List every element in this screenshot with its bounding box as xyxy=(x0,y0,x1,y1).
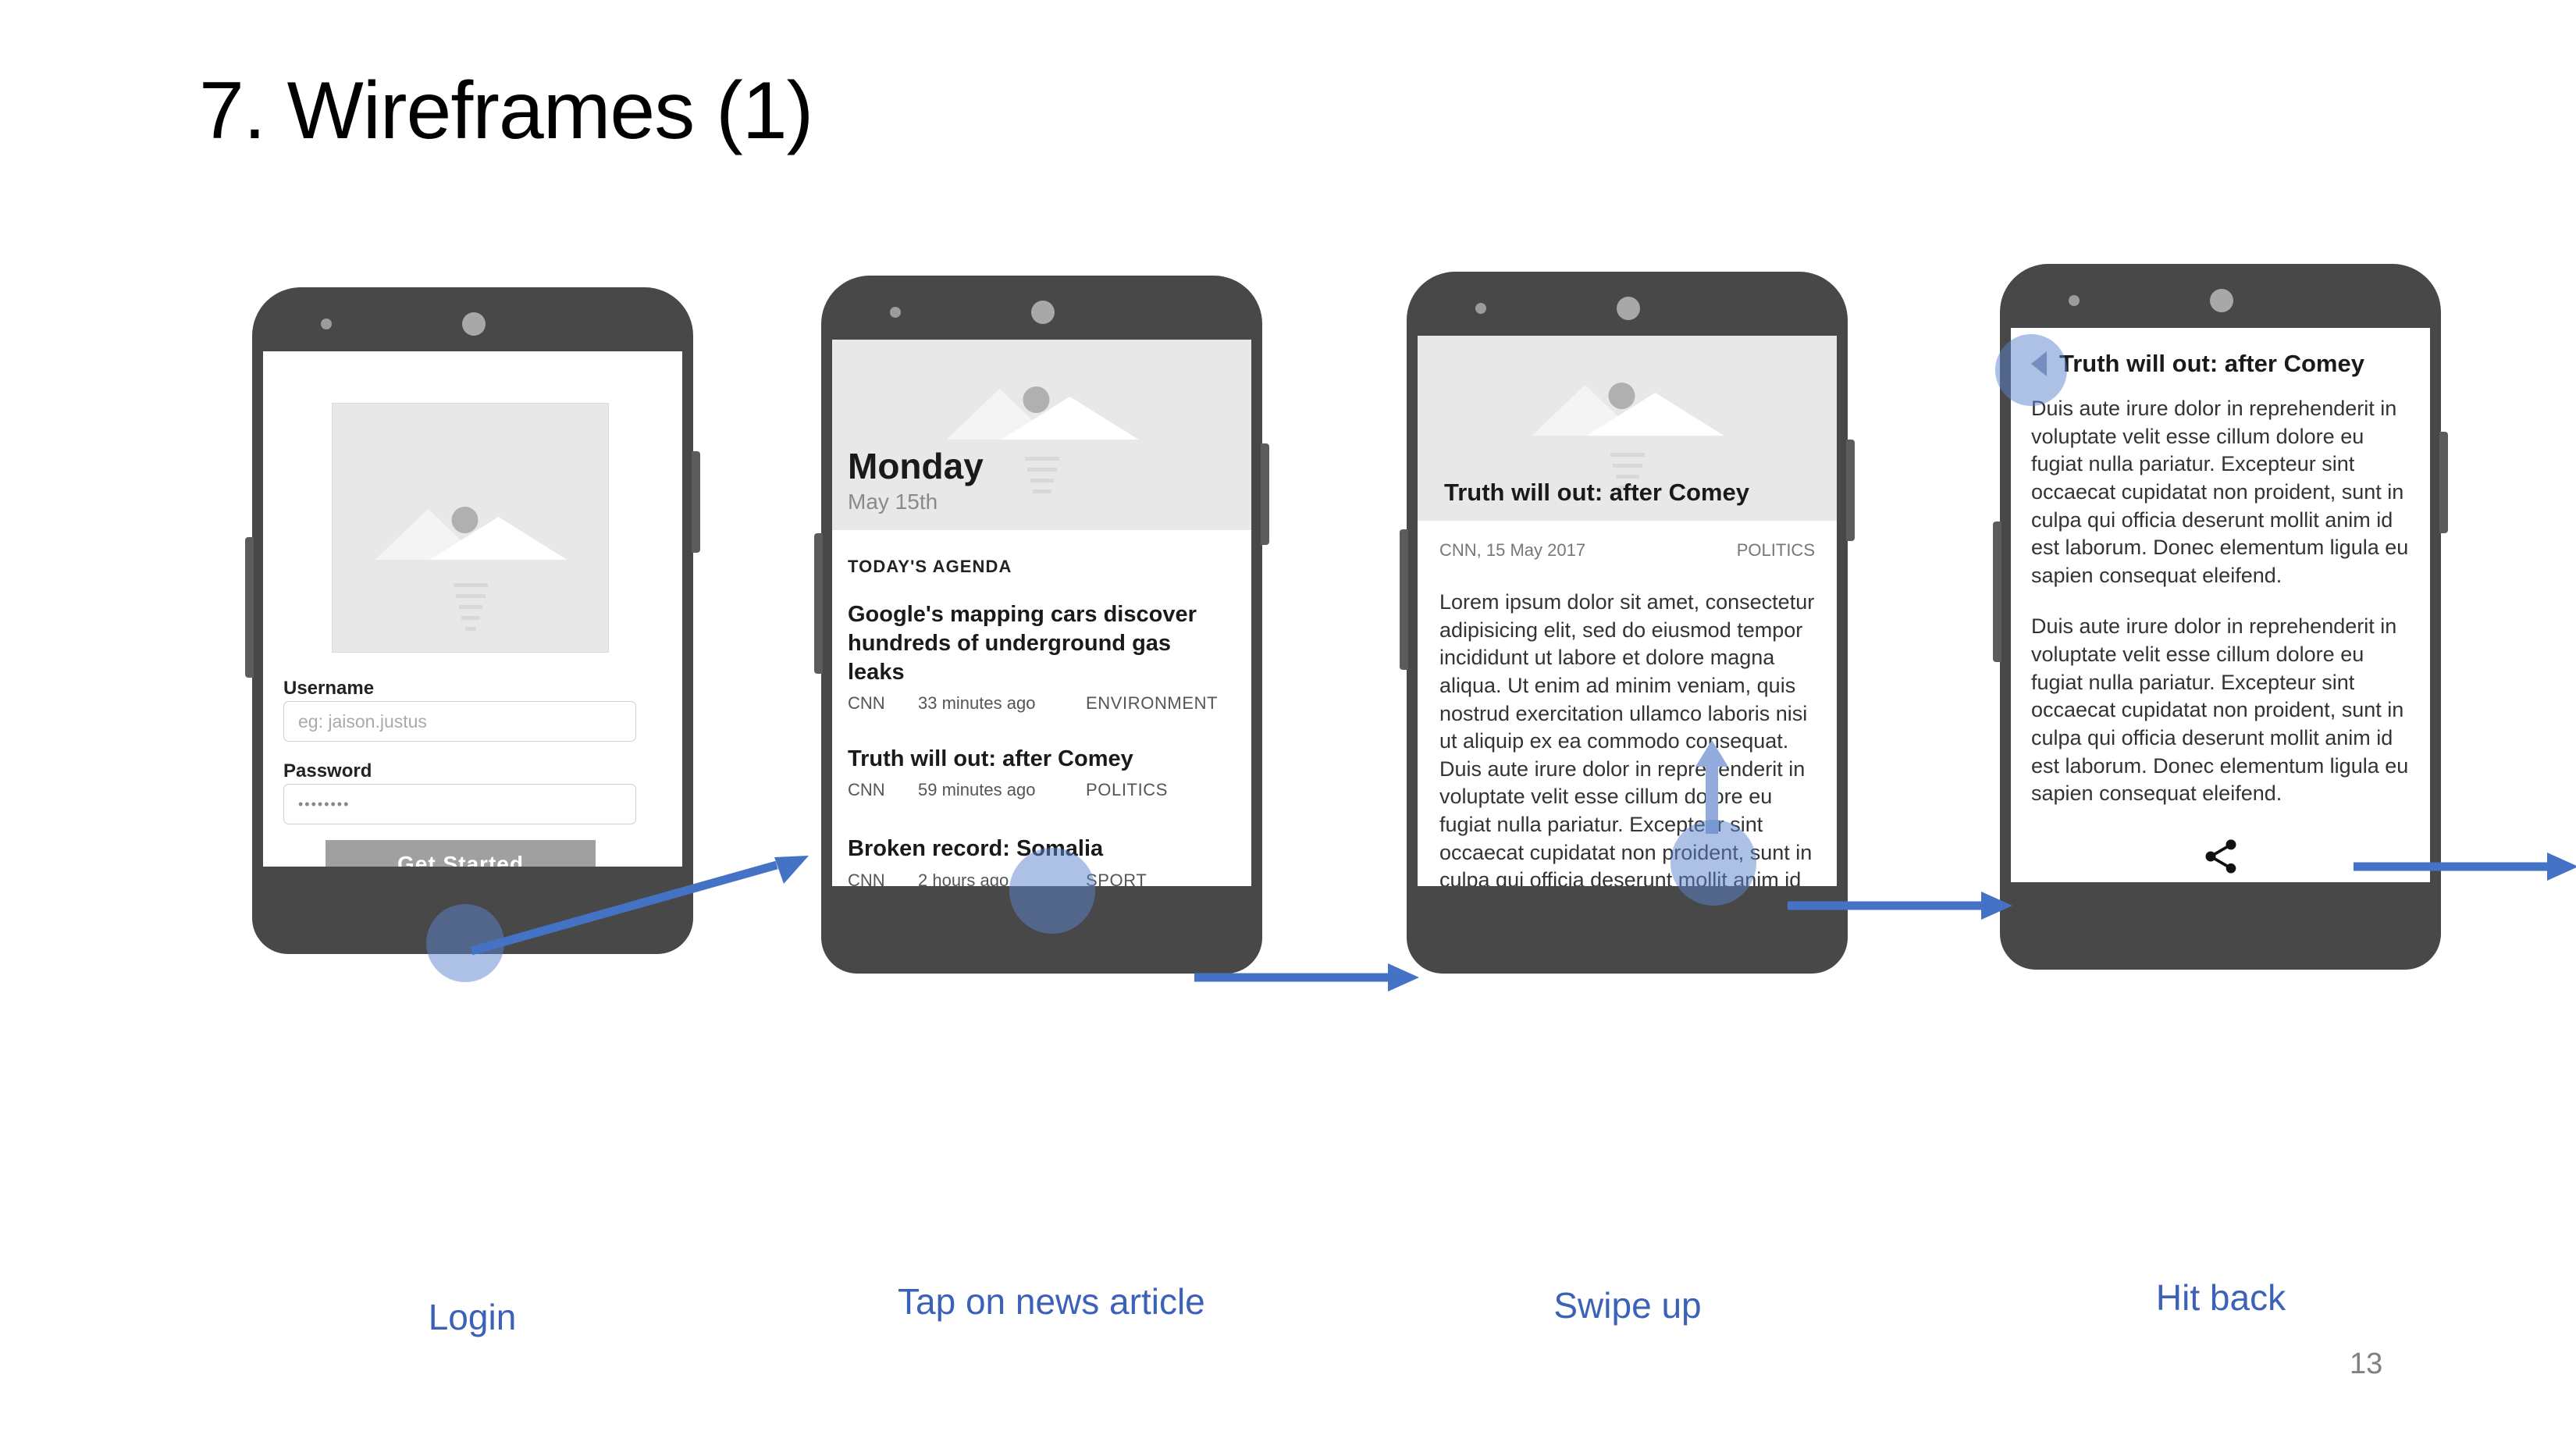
hero-date-label: May 15th xyxy=(848,490,938,514)
tap-indicator-back-button xyxy=(1995,334,2067,406)
news-item-time: 33 minutes ago xyxy=(918,693,1036,714)
password-label: Password xyxy=(283,760,372,781)
phone-bezel-top xyxy=(2000,264,2441,328)
phone-bezel-top xyxy=(821,276,1262,340)
page-title: 7. Wireframes (1) xyxy=(199,66,813,156)
flow-arrow-login-to-list xyxy=(470,856,809,956)
swipe-indicator-blob xyxy=(1670,820,1756,906)
flow-arrow-exit xyxy=(2354,853,2576,881)
screen-article-detail: Truth will out: after Comey CNN, 15 May … xyxy=(1418,336,1837,886)
mountain-front-shape xyxy=(1001,397,1138,440)
login-hero-image-placeholder xyxy=(332,403,609,653)
news-item-category: SPORT xyxy=(1086,870,1147,886)
mountain-icon xyxy=(946,369,1138,455)
phone-bezel-top xyxy=(252,287,693,351)
phone-bezel-bottom xyxy=(1407,886,1848,974)
slide-root: 7. Wireframes (1) Username eg: jaison.ju… xyxy=(0,0,2576,1449)
phone-volume-button[interactable] xyxy=(814,533,823,674)
phone-volume-button[interactable] xyxy=(1400,529,1408,670)
news-item-meta: CNN 33 minutes ago ENVIRONMENT xyxy=(848,693,1236,714)
flow-arrow-article-to-scrolled xyxy=(1788,892,2012,920)
article-hero: Truth will out: after Comey xyxy=(1418,336,1837,521)
username-input[interactable]: eg: jaison.justus xyxy=(283,701,636,742)
front-camera-icon xyxy=(1031,301,1055,324)
mountain-front-shape xyxy=(429,517,567,560)
caption-swipe-up: Swipe up xyxy=(1553,1285,1702,1326)
caption-hit-back: Hit back xyxy=(2155,1277,2286,1318)
screen-news-list: Monday May 15th TODAY'S AGENDA Google's … xyxy=(832,340,1251,886)
username-label: Username xyxy=(283,678,375,699)
phone-power-button[interactable] xyxy=(1846,440,1855,541)
phone-power-button[interactable] xyxy=(692,451,700,553)
article-scrolled-title: Truth will out: after Comey xyxy=(2059,350,2364,377)
caption-login: Login xyxy=(428,1297,517,1337)
caption-tap-news: Tap on news article xyxy=(898,1281,1205,1322)
phone-power-button[interactable] xyxy=(1261,443,1269,545)
phone-power-button[interactable] xyxy=(2439,432,2448,533)
news-hero: Monday May 15th xyxy=(832,340,1251,530)
news-item-source: CNN xyxy=(848,693,885,714)
news-list-item-0[interactable]: Google's mapping cars discover hundreds … xyxy=(848,600,1236,714)
tap-indicator-news-article xyxy=(1009,848,1095,934)
article-body-text: Lorem ipsum dolor sit amet, consectetur … xyxy=(1439,590,1815,886)
proximity-sensor-icon xyxy=(321,319,332,329)
mountain-front-shape xyxy=(1586,393,1724,436)
screen-article-scrolled: Truth will out: after Comey Duis aute ir… xyxy=(2011,328,2430,882)
phone-mockup-article-detail: Truth will out: after Comey CNN, 15 May … xyxy=(1400,272,1855,974)
news-item-time: 59 minutes ago xyxy=(918,780,1036,800)
screen-login: Username eg: jaison.justus Password ••••… xyxy=(263,351,682,867)
front-camera-icon xyxy=(1617,297,1640,320)
article-source-date: CNN, 15 May 2017 xyxy=(1439,540,1586,560)
article-paragraph-2: Duis aute irure dolor in reprehenderit i… xyxy=(2031,614,2409,806)
share-icon xyxy=(2205,839,2236,874)
page-number: 13 xyxy=(2350,1348,2383,1380)
flow-arrow-list-to-article xyxy=(1194,963,1419,992)
news-item-source: CNN xyxy=(848,870,885,886)
phone-volume-button[interactable] xyxy=(1993,522,2001,662)
news-item-meta: CNN 59 minutes ago POLITICS xyxy=(848,780,1236,800)
news-item-source: CNN xyxy=(848,780,885,800)
article-meta: CNN, 15 May 2017 POLITICS xyxy=(1439,540,1815,561)
news-item-title: Google's mapping cars discover hundreds … xyxy=(848,602,1197,685)
hero-day-label: Monday xyxy=(848,446,984,486)
proximity-sensor-icon xyxy=(1475,303,1486,314)
article-hero-title: Truth will out: after Comey xyxy=(1444,479,1749,506)
placeholder-lines-icon xyxy=(424,583,518,638)
news-item-title: Truth will out: after Comey xyxy=(848,746,1133,772)
phone-bezel-bottom xyxy=(2000,882,2441,970)
article-header-bar: Truth will out: after Comey xyxy=(2031,350,2430,378)
front-camera-icon xyxy=(462,312,486,336)
proximity-sensor-icon xyxy=(2069,295,2080,306)
news-list-item-1[interactable]: Truth will out: after Comey CNN 59 minut… xyxy=(848,745,1236,800)
news-item-category: POLITICS xyxy=(1086,780,1169,800)
phone-volume-button[interactable] xyxy=(245,537,254,678)
placeholder-lines-icon xyxy=(995,457,1089,500)
article-category: POLITICS xyxy=(1736,540,1815,560)
mountain-icon xyxy=(1532,365,1724,451)
proximity-sensor-icon xyxy=(890,307,901,318)
phone-bezel-top xyxy=(1407,272,1848,336)
password-input[interactable]: •••••••• xyxy=(283,784,636,824)
front-camera-icon xyxy=(2210,289,2233,312)
article-paragraph-1: Duis aute irure dolor in reprehenderit i… xyxy=(2031,397,2409,587)
mountain-icon xyxy=(375,490,567,568)
agenda-section-label: TODAY'S AGENDA xyxy=(848,557,1012,576)
news-item-category: ENVIRONMENT xyxy=(1086,693,1219,714)
